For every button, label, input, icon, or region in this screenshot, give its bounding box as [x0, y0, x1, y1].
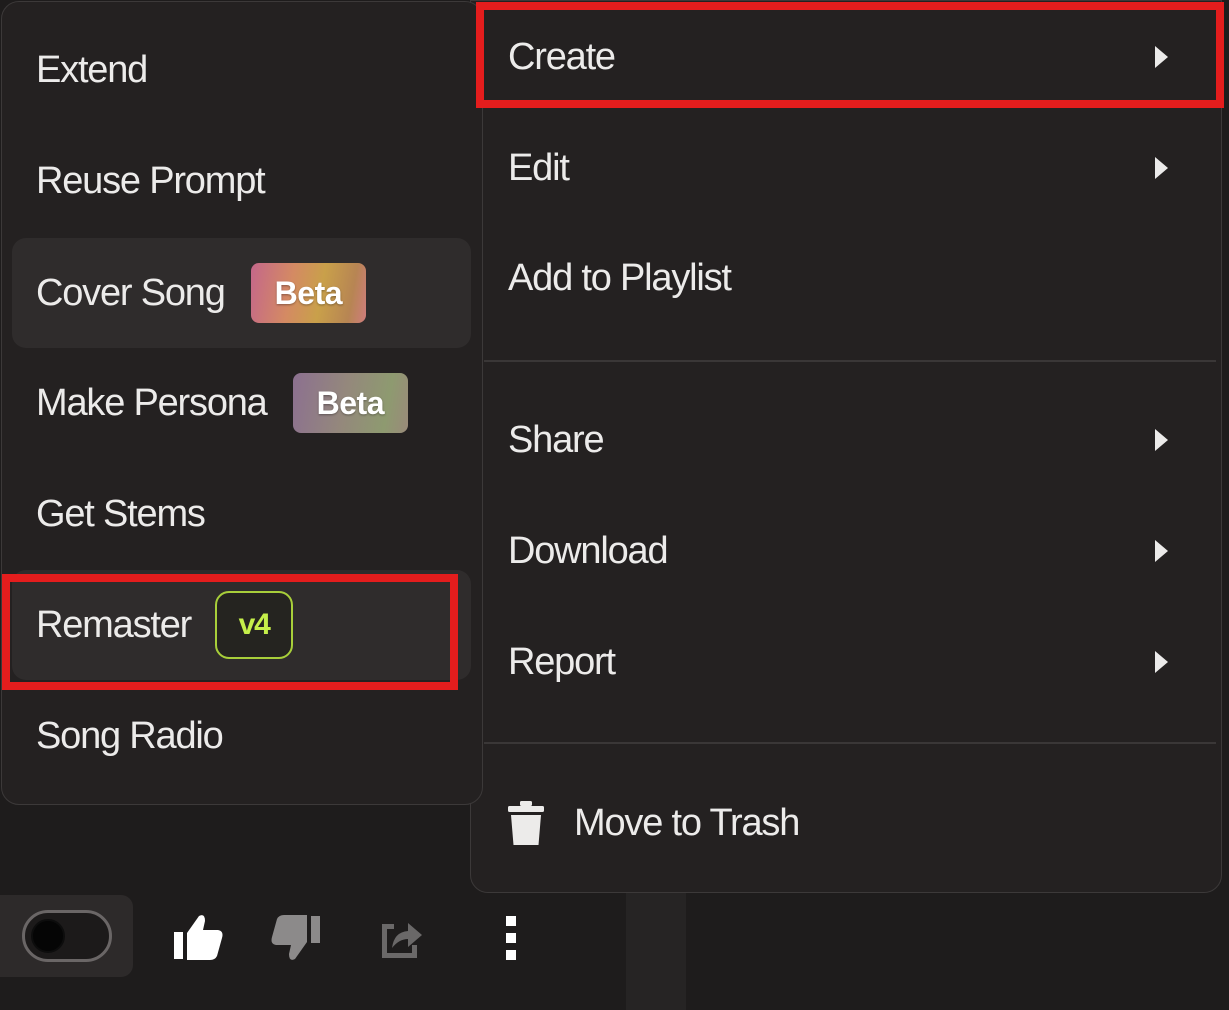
submenu-item-reuse-prompt[interactable]: Reuse Prompt [12, 126, 471, 236]
thumbs-up-icon [174, 915, 223, 960]
caret-right-icon [1155, 651, 1168, 673]
menu-item-label: Add to Playlist [508, 256, 732, 299]
create-submenu: Extend Reuse Prompt Cover Song Beta Make… [1, 1, 483, 805]
trash-icon [508, 801, 544, 845]
submenu-item-extend[interactable]: Extend [12, 15, 471, 125]
toggle-knob [31, 919, 65, 953]
submenu-item-label: Cover Song [36, 271, 226, 314]
submenu-item-label: Reuse Prompt [36, 159, 266, 202]
caret-right-icon [1155, 157, 1168, 179]
menu-item-download[interactable]: Download [484, 497, 1216, 605]
beta-badge: Beta [292, 373, 408, 433]
submenu-item-get-stems[interactable]: Get Stems [12, 459, 471, 569]
menu-item-share[interactable]: Share [484, 386, 1216, 494]
context-menu: Create Edit Add to Playlist Share Downlo… [470, 0, 1222, 893]
thumbs-up-icon[interactable] [170, 910, 226, 966]
more-vertical-icon[interactable] [483, 910, 539, 966]
thumbs-down-icon[interactable] [268, 910, 324, 966]
more-vertical-icon [506, 916, 516, 960]
share-icon [382, 923, 422, 958]
toggle-switch[interactable] [22, 910, 112, 962]
thumbs-down-icon [271, 915, 320, 960]
menu-item-create[interactable]: Create [484, 3, 1216, 111]
submenu-item-label: Extend [36, 48, 148, 91]
submenu-item-make-persona[interactable]: Make Persona Beta [12, 348, 471, 458]
menu-item-label: Move to Trash [574, 801, 800, 844]
submenu-item-label: Make Persona [36, 381, 268, 424]
menu-item-label: Edit [508, 146, 570, 189]
menu-item-label: Create [508, 35, 616, 78]
menu-item-label: Report [508, 640, 616, 683]
submenu-item-song-radio[interactable]: Song Radio [12, 681, 471, 791]
menu-item-label: Share [508, 418, 605, 461]
submenu-item-cover-song[interactable]: Cover Song Beta [12, 238, 471, 348]
submenu-item-label: Remaster [36, 603, 192, 646]
submenu-item-label: Song Radio [36, 714, 224, 757]
menu-item-add-to-playlist[interactable]: Add to Playlist [484, 224, 1216, 332]
caret-right-icon [1155, 429, 1168, 451]
menu-divider [484, 360, 1216, 362]
caret-right-icon [1155, 46, 1168, 68]
menu-divider [484, 742, 1216, 744]
submenu-item-remaster[interactable]: Remaster v4 [12, 570, 471, 680]
share-icon[interactable] [372, 910, 428, 966]
menu-item-edit[interactable]: Edit [484, 114, 1216, 222]
menu-item-report[interactable]: Report [484, 608, 1216, 716]
caret-right-icon [1155, 540, 1168, 562]
submenu-item-label: Get Stems [36, 492, 206, 535]
version-badge: v4 [215, 591, 294, 659]
menu-item-label: Download [508, 529, 669, 572]
toggle-container [0, 895, 133, 977]
beta-badge: Beta [250, 263, 367, 323]
menu-item-move-to-trash[interactable]: Move to Trash [484, 769, 1216, 877]
